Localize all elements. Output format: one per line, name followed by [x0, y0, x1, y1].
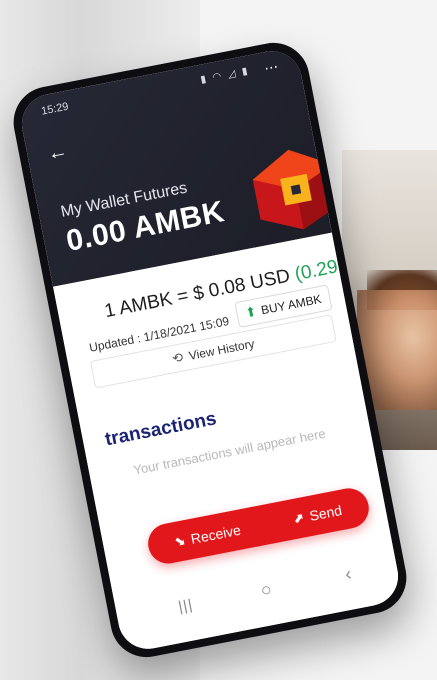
buy-ambk-label: BUY AMBK — [259, 291, 323, 318]
receive-label: Receive — [189, 521, 243, 547]
transactions-title: transactions — [103, 408, 219, 451]
send-label: Send — [308, 501, 344, 524]
receive-button[interactable]: ⬊ Receive — [174, 522, 242, 550]
system-nav-bar: ||| ○ ‹ — [116, 557, 400, 637]
wallet-body: 1 AMBK = $ 0.08 USD (0.29%) Updated : 1/… — [53, 232, 404, 654]
history-icon: ⟲ — [170, 349, 185, 367]
nav-back-icon[interactable]: ‹ — [343, 563, 353, 585]
status-time: 15:29 — [40, 100, 70, 118]
more-options-icon[interactable]: ⋯ — [263, 58, 281, 78]
view-history-label: View History — [187, 336, 256, 363]
ambk-logo-icon — [243, 137, 349, 243]
receive-arrow-icon: ⬊ — [173, 533, 187, 550]
send-button[interactable]: ⬈ Send — [292, 501, 344, 527]
status-icons: ▮ ◠ ◿ ▮ — [199, 65, 251, 86]
back-arrow-icon[interactable]: ← — [46, 140, 70, 166]
home-icon[interactable]: ○ — [259, 579, 274, 602]
send-arrow-icon: ⬈ — [292, 510, 306, 526]
buy-upload-icon: ⬆ — [244, 303, 258, 321]
action-bar: ⬊ Receive ⬈ Send — [144, 484, 373, 567]
recents-icon[interactable]: ||| — [177, 596, 195, 615]
